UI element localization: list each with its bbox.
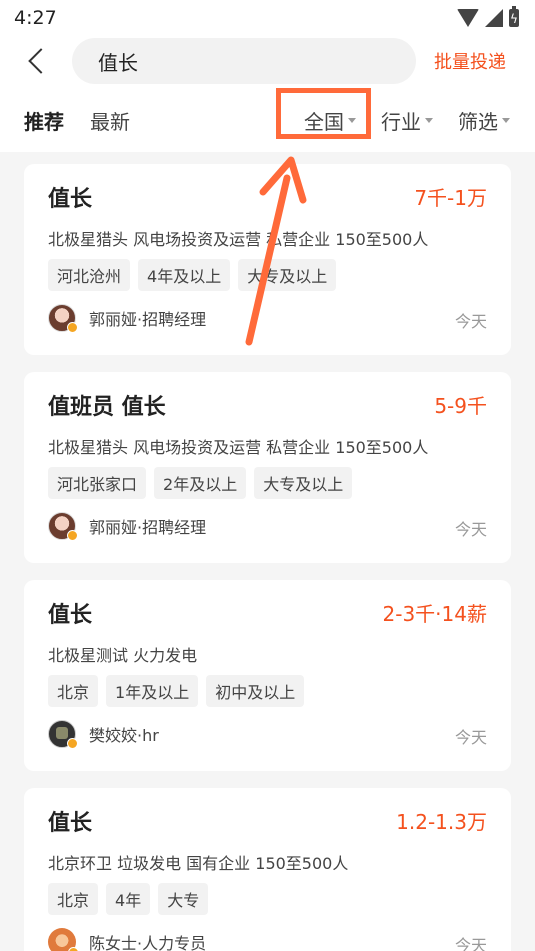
annotation-arrow-icon [245,156,307,346]
